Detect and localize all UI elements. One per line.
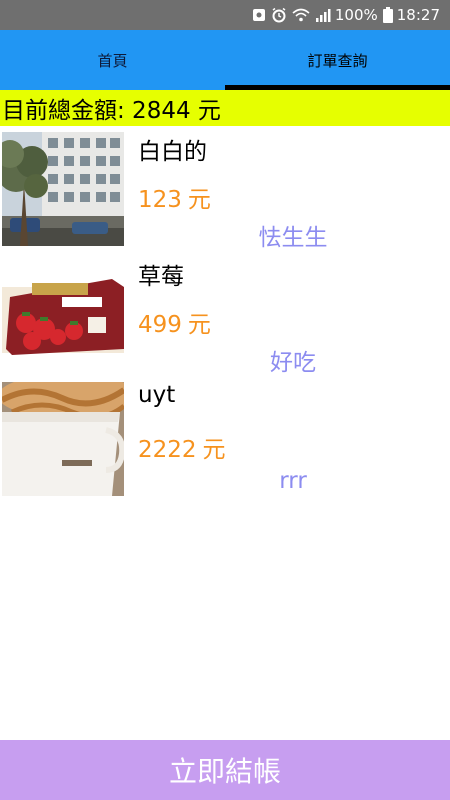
total-amount-text: 目前總金額: 2844 元 (2, 98, 221, 124)
tab-home-label: 首頁 (97, 51, 128, 70)
signal-icon (315, 0, 331, 30)
item-price-unit: 元 (202, 437, 226, 463)
total-amount-banner: 目前總金額: 2844 元 (0, 90, 450, 126)
tab-home[interactable]: 首頁 (0, 30, 225, 90)
item-name: 草莓 (138, 264, 184, 290)
order-item[interactable]: 白白的 123 元 怯生生 (0, 126, 450, 251)
tab-bar: 首頁 訂單查詢 (0, 30, 450, 90)
item-price: 123 元 (138, 180, 211, 214)
item-name: 白白的 (138, 139, 207, 165)
item-price: 2222 元 (138, 430, 226, 464)
item-price-value: 123 (138, 187, 182, 213)
checkout-button[interactable]: 立即結帳 (0, 740, 450, 800)
item-price: 499 元 (138, 305, 211, 339)
tab-order-query-label: 訂單查詢 (307, 51, 368, 70)
item-price-unit: 元 (187, 187, 211, 213)
item-price-value: 2222 (138, 437, 197, 463)
item-price-unit: 元 (187, 312, 211, 338)
order-list[interactable]: 白白的 123 元 怯生生 草莓 499 元 好吃 uyt 2222 元 rrr (0, 126, 450, 501)
status-bar: 100% 18:27 (0, 0, 450, 30)
item-note: 怯生生 (258, 225, 328, 251)
battery-icon (382, 0, 393, 30)
alarm-icon (271, 0, 287, 30)
battery-percent: 100% (334, 6, 378, 24)
app-screen: 100% 18:27 首頁 訂單查詢 目前總金額: 2844 元 白白的 123… (0, 0, 450, 800)
status-time: 18:27 (396, 6, 440, 24)
checkout-button-label: 立即結帳 (168, 755, 281, 788)
item-note: 好吃 (270, 350, 316, 376)
item-price-value: 499 (138, 312, 182, 338)
notification-icon (252, 0, 266, 30)
tab-order-query[interactable]: 訂單查詢 (225, 30, 450, 90)
wifi-icon (292, 0, 310, 30)
order-item[interactable]: uyt 2222 元 rrr (0, 376, 450, 501)
item-note: rrr (279, 468, 307, 494)
order-item[interactable]: 草莓 499 元 好吃 (0, 251, 450, 376)
item-name: uyt (138, 382, 176, 408)
